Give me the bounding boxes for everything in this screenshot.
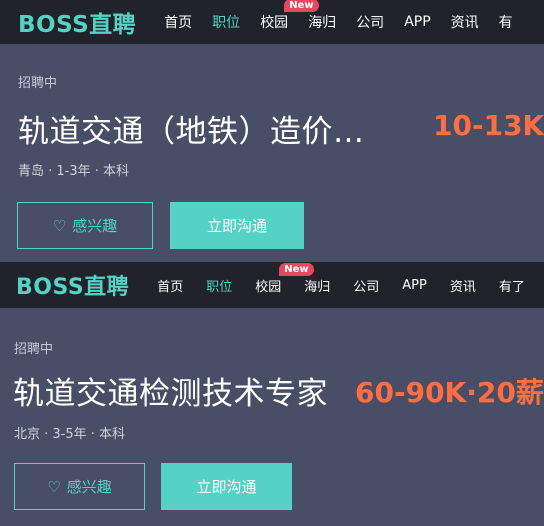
new-badge: New <box>279 262 314 276</box>
job-title: 轨道交通检测技术专家 <box>13 376 328 412</box>
nav-campus[interactable]: 校园 New <box>255 262 314 295</box>
job-card-screen-2: BOSS直聘 首页 职位 校园 New 海归 公司 APP 资讯 有了 招聘中 轨… <box>0 262 544 526</box>
chat-now-button[interactable]: 立即沟通 <box>161 463 292 510</box>
top-nav-bar: BOSS直聘 首页 职位 校园 New 海归 公司 APP 资讯 有了 <box>0 262 544 308</box>
chat-now-button[interactable]: 立即沟通 <box>170 202 304 249</box>
boss-logo[interactable]: BOSS直聘 <box>18 5 136 39</box>
nav-jobs[interactable]: 职位 <box>212 12 240 32</box>
nav-app[interactable]: APP <box>402 278 427 293</box>
nav-home[interactable]: 首页 <box>164 12 192 32</box>
nav-news[interactable]: 资讯 <box>450 276 476 295</box>
nav-company[interactable]: 公司 <box>353 276 379 295</box>
salary: 60-90K·20薪 <box>355 376 544 409</box>
job-meta: 北京 · 3-5年 · 本科 <box>14 427 126 442</box>
nav-overseas[interactable]: 海归 <box>308 12 336 32</box>
new-badge: New <box>284 0 319 12</box>
hiring-status: 招聘中 <box>14 342 54 357</box>
interest-button[interactable]: ♡ 感兴趣 <box>17 202 153 249</box>
salary: 10-13K <box>433 109 544 142</box>
boss-logo[interactable]: BOSS直聘 <box>16 269 129 301</box>
job-card-screen-1: BOSS直聘 首页 职位 校园 New 海归 公司 APP 资讯 有 招聘中 轨道… <box>0 0 544 262</box>
nav-campus-label: 校园 <box>255 279 282 295</box>
job-meta: 青岛 · 1-3年 · 本科 <box>18 164 130 179</box>
nav-home[interactable]: 首页 <box>157 276 183 295</box>
chat-now-label: 立即沟通 <box>196 478 257 496</box>
interest-label: 感兴趣 <box>72 217 118 235</box>
hiring-status: 招聘中 <box>18 76 58 91</box>
nav-company[interactable]: 公司 <box>356 12 384 32</box>
top-nav-bar: BOSS直聘 首页 职位 校园 New 海归 公司 APP 资讯 有 <box>0 0 544 44</box>
nav-campus-label: 校园 <box>260 15 289 31</box>
nav-overseas[interactable]: 海归 <box>304 276 330 295</box>
heart-outline-icon: ♡ <box>52 216 67 235</box>
nav-more[interactable]: 有了 <box>499 276 525 295</box>
nav-jobs[interactable]: 职位 <box>206 276 232 295</box>
interest-label: 感兴趣 <box>66 478 112 496</box>
chat-now-label: 立即沟通 <box>206 217 267 235</box>
nav-app[interactable]: APP <box>404 14 430 30</box>
heart-outline-icon: ♡ <box>47 477 61 496</box>
nav-more[interactable]: 有 <box>499 12 513 32</box>
job-title: 轨道交通（地铁）造价… <box>18 114 365 150</box>
nav-news[interactable]: 资讯 <box>451 12 479 32</box>
nav-campus[interactable]: 校园 New <box>260 0 319 32</box>
interest-button[interactable]: ♡ 感兴趣 <box>14 463 145 510</box>
